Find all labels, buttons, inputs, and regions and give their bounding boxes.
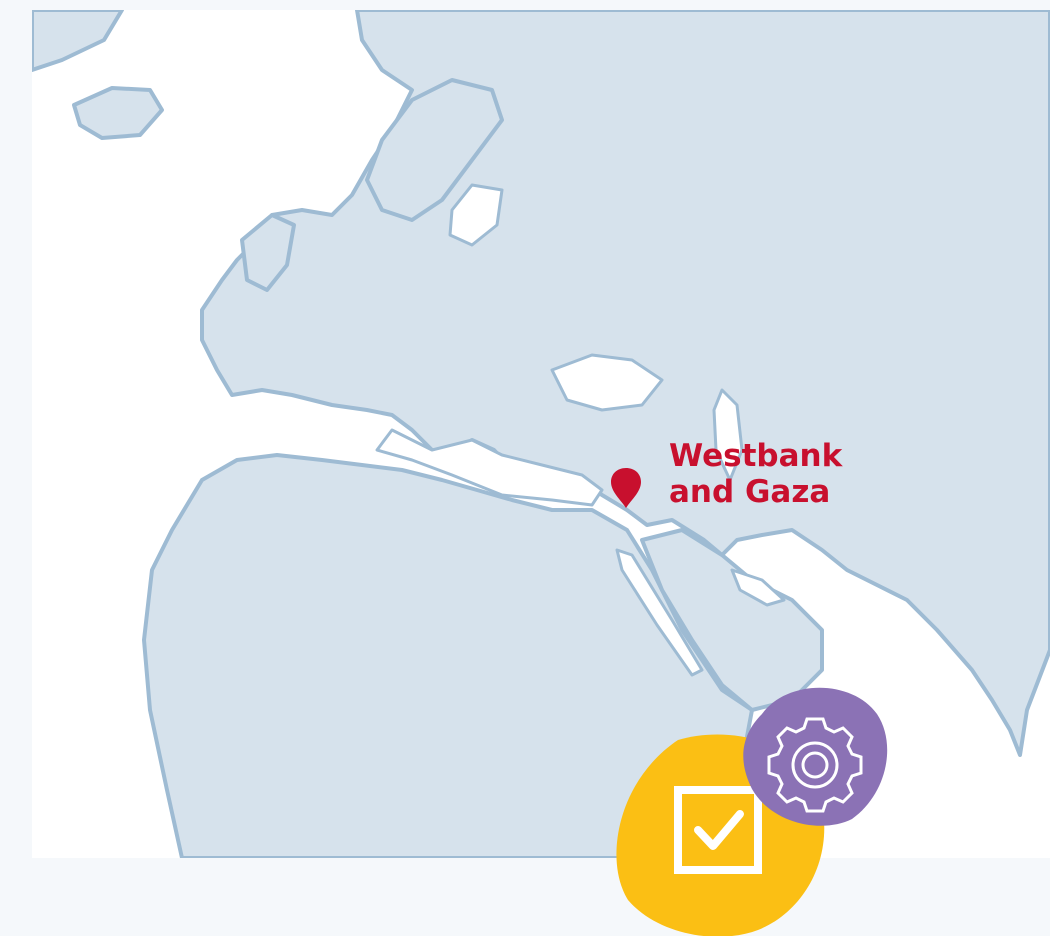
location-label-line2: and Gaza — [669, 474, 831, 510]
greenland-landmass — [32, 10, 124, 72]
location-label-line1: Westbank — [669, 438, 843, 474]
purple-gear-badge — [743, 687, 888, 826]
world-map — [32, 10, 1050, 858]
location-pin-icon[interactable] — [609, 466, 643, 510]
map-panel: Westbank and Gaza — [32, 10, 1050, 858]
iceland-landmass — [72, 86, 164, 140]
location-label: Westbank and Gaza — [669, 438, 842, 510]
